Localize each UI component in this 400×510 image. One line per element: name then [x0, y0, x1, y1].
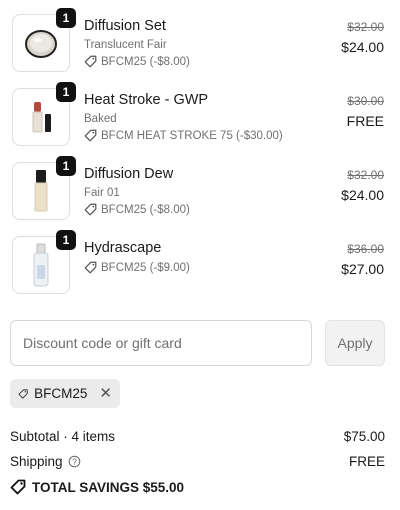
applied-discount-code: BFCM25: [34, 386, 88, 401]
subtotal-label: Subtotal · 4 items: [10, 429, 116, 444]
tag-icon: [84, 55, 97, 68]
final-price: $24.00: [341, 39, 384, 55]
tag-icon: [84, 129, 97, 142]
final-price: FREE: [346, 113, 384, 129]
tag-icon: [84, 203, 97, 216]
product-name: Heat Stroke - GWP: [84, 92, 209, 108]
subtotal-value: $75.00: [343, 429, 385, 444]
product-name: Diffusion Dew: [84, 166, 174, 182]
final-price: $24.00: [341, 187, 384, 203]
compact-powder-image: [25, 30, 57, 58]
help-circle-icon[interactable]: ?: [68, 455, 81, 468]
item-discount: BFCM25 (-$9.00): [84, 261, 190, 274]
serum-bottle-image: [33, 243, 49, 287]
close-icon[interactable]: ✕: [99, 386, 112, 401]
tag-icon: [18, 388, 28, 399]
shipping-row: Shipping ? FREE: [10, 454, 385, 469]
original-price: $30.00: [347, 94, 384, 108]
product-variant: Baked: [84, 113, 117, 125]
total-savings-text: TOTAL SAVINGS $55.00: [32, 479, 185, 495]
product-name: Hydrascape: [84, 240, 162, 256]
line-item: 1 Diffusion Dew Fair 01 BFCM25 (-$8.00) …: [12, 156, 388, 222]
item-discount-text: BFCM25 (-$8.00): [101, 55, 190, 68]
quantity-badge: 1: [56, 82, 76, 102]
item-discount: BFCM HEAT STROKE 75 (-$30.00): [84, 129, 283, 142]
svg-text:?: ?: [72, 457, 77, 466]
quantity-badge: 1: [56, 156, 76, 176]
product-variant: Fair 01: [84, 187, 120, 199]
item-discount-text: BFCM25 (-$8.00): [101, 203, 190, 216]
quantity-badge: 1: [56, 8, 76, 28]
foundation-tube-image: [34, 170, 48, 212]
original-price: $32.00: [347, 20, 384, 34]
line-item: 1 Heat Stroke - GWP Baked BFCM HEAT STRO…: [12, 82, 388, 148]
original-price: $36.00: [347, 242, 384, 256]
apply-button[interactable]: Apply: [325, 320, 385, 366]
line-item: 1 Diffusion Set Translucent Fair BFCM25 …: [12, 8, 388, 74]
item-discount-text: BFCM25 (-$9.00): [101, 261, 190, 274]
item-discount: BFCM25 (-$8.00): [84, 55, 190, 68]
shipping-label: Shipping: [10, 454, 63, 469]
applied-discount-chip: BFCM25 ✕: [10, 379, 120, 408]
discount-code-input[interactable]: [10, 320, 312, 366]
item-discount-text: BFCM HEAT STROKE 75 (-$30.00): [101, 129, 283, 142]
shipping-value: FREE: [348, 454, 385, 469]
subtotal-row: Subtotal · 4 items $75.00: [10, 429, 385, 444]
lipstick-products-image: [32, 102, 51, 133]
product-name: Diffusion Set: [84, 18, 166, 34]
quantity-badge: 1: [56, 230, 76, 250]
tag-icon: [84, 261, 97, 274]
tag-icon: [10, 479, 26, 495]
item-discount: BFCM25 (-$8.00): [84, 203, 190, 216]
product-variant: Translucent Fair: [84, 39, 167, 51]
final-price: $27.00: [341, 261, 384, 277]
original-price: $32.00: [347, 168, 384, 182]
line-item: 1 Hydrascape BFCM25 (-$9.00) $36.00 $27.…: [12, 230, 388, 296]
total-savings: TOTAL SAVINGS $55.00: [10, 479, 184, 495]
